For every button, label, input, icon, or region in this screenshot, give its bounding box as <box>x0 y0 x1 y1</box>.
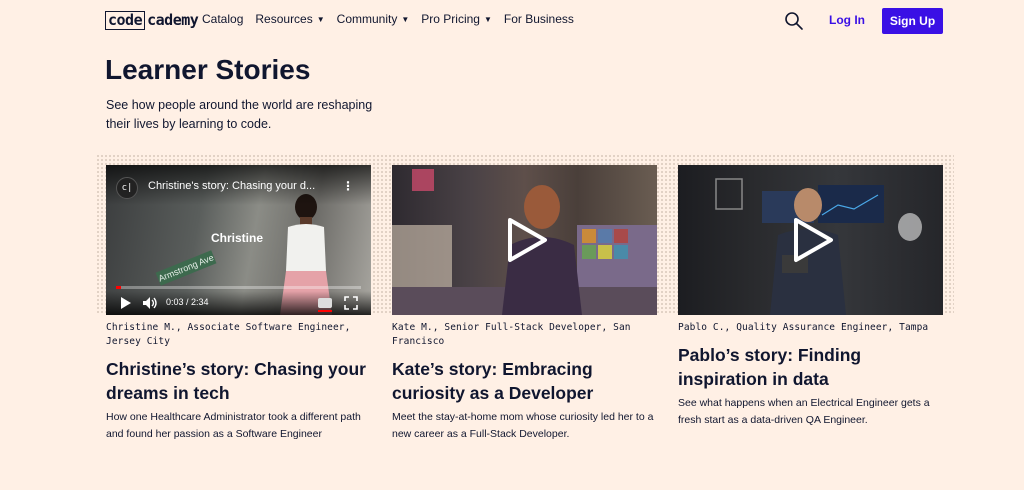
story-title[interactable]: Kate’s story: Embracing curiosity as a D… <box>392 357 657 405</box>
channel-icon[interactable]: c| <box>116 177 138 199</box>
play-icon[interactable] <box>500 215 550 265</box>
nav-label: Community <box>336 12 398 26</box>
codecademy-logo[interactable]: code cademy <box>105 10 199 30</box>
nav-item-pro-pricing[interactable]: Pro Pricing ▼ <box>421 12 492 26</box>
story-card-pablo: Pablo C., Quality Assurance Engineer, Ta… <box>678 165 943 429</box>
play-icon[interactable] <box>786 215 836 265</box>
caret-down-icon: ▼ <box>483 15 492 24</box>
caret-down-icon: ▼ <box>401 15 410 24</box>
story-meta: Pablo C., Quality Assurance Engineer, Ta… <box>678 322 929 333</box>
nav-label: Catalog <box>202 12 244 26</box>
story-title[interactable]: Christine’s story: Chasing your dreams i… <box>106 357 371 405</box>
video-player[interactable]: Armstrong Ave c| Christine's story: Chas… <box>106 165 371 315</box>
nav-label: Resources <box>255 12 313 26</box>
login-link[interactable]: Log In <box>829 13 865 27</box>
nav-item-for-business[interactable]: For Business <box>504 12 574 26</box>
story-meta: Christine M., Associate Software Enginee… <box>106 322 351 347</box>
volume-icon[interactable] <box>142 296 158 310</box>
search-icon <box>785 12 803 30</box>
video-overlay-name: Christine <box>211 231 264 245</box>
caret-down-icon: ▼ <box>316 15 325 24</box>
story-title[interactable]: Pablo’s story: Finding inspiration in da… <box>678 343 943 391</box>
story-card-christine: Armstrong Ave c| Christine's story: Chas… <box>106 165 371 443</box>
story-description: How one Healthcare Administrator took a … <box>106 411 361 440</box>
nav-links: Catalog Resources ▼ Community ▼ Pro Pric… <box>202 12 574 26</box>
progress-fill <box>116 286 121 289</box>
captions-icon[interactable] <box>318 298 332 308</box>
nav-label: For Business <box>503 12 574 26</box>
nav-item-resources[interactable]: Resources ▼ <box>255 12 324 26</box>
player-video-title[interactable]: Christine's story: Chasing your d... <box>148 180 333 192</box>
story-meta: Kate M., Senior Full-Stack Developer, Sa… <box>392 322 631 347</box>
play-icon[interactable] <box>120 296 132 310</box>
captions-active-indicator <box>318 310 332 312</box>
nav-item-catalog[interactable]: Catalog <box>202 12 243 26</box>
video-progress-bar[interactable] <box>116 286 361 289</box>
story-description: See what happens when an Electrical Engi… <box>678 397 930 426</box>
more-options-icon[interactable]: ⋮ <box>342 179 354 193</box>
video-thumbnail[interactable] <box>392 165 657 315</box>
story-card-kate: Kate M., Senior Full-Stack Developer, Sa… <box>392 165 657 443</box>
signup-button[interactable]: Sign Up <box>882 8 943 34</box>
page-subtitle: See how people around the world are resh… <box>106 98 373 131</box>
nav-label: Pro Pricing <box>421 12 480 26</box>
video-thumbnail[interactable] <box>678 165 943 315</box>
fullscreen-icon[interactable] <box>344 296 358 310</box>
search-button[interactable] <box>784 11 804 31</box>
story-description: Meet the stay-at-home mom whose curiosit… <box>392 411 654 440</box>
top-navigation: code cademy Catalog Resources ▼ Communit… <box>0 0 1024 40</box>
video-time: 0:03 / 2:34 <box>166 297 209 307</box>
logo-rest-text: cademy <box>147 11 199 29</box>
logo-box-text: code <box>105 10 146 30</box>
player-controls: 0:03 / 2:34 <box>106 291 371 315</box>
nav-item-community[interactable]: Community ▼ <box>337 12 410 26</box>
page-title: Learner Stories <box>105 54 311 85</box>
